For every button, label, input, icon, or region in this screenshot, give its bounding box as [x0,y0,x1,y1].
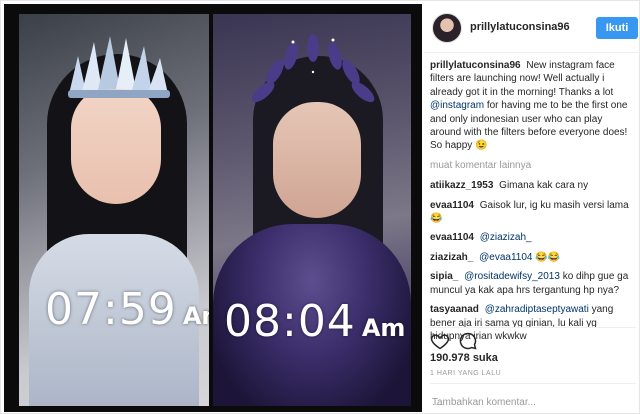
comment: evaa1104 Gaisok lur, ig ku masih versi l… [430,199,636,226]
clock-ampm: Am [182,302,209,330]
comment-text: 😂😂 [535,251,561,263]
comment-icon[interactable] [458,331,478,351]
add-comment-bar: Tambahkan komentar... ... [430,383,636,414]
comment-username[interactable]: atiikazz_1953 [430,180,493,191]
comment-mention[interactable]: @rositadewifsy_2013 [464,271,560,282]
follow-button[interactable]: Ikuti [596,17,638,39]
comment-mention[interactable]: @evaa1104 [479,252,532,263]
post-media[interactable]: 07:59Am [4,4,422,412]
comments-list: prillylatuconsina96 New instagram face f… [430,59,636,349]
caption-username[interactable]: prillylatuconsina96 [430,60,521,71]
header-username[interactable]: prillylatuconsina96 [470,21,570,33]
comment-username[interactable]: ziazizah_ [430,252,473,263]
photo-left: 07:59Am [19,14,209,406]
post-sidebar: prillylatuconsina96 Ikuti prillylatucons… [424,1,640,414]
clock-time: 08:04 [224,296,356,347]
comment: atiikazz_1953 Gimana kak cara ny [430,179,636,192]
likes-count[interactable]: 190.978 suka [430,352,498,364]
comment-username[interactable]: sipia_ [430,271,458,282]
post-header: prillylatuconsina96 Ikuti [424,1,640,53]
face-shape [273,102,361,218]
clock-ampm: Am [361,314,406,342]
caption: prillylatuconsina96 New instagram face f… [430,59,636,153]
clock-overlay-left: 07:59Am [45,284,209,335]
more-options-icon[interactable]: ... [432,397,632,408]
comment: evaa1104 @ziazizah_ [430,231,636,244]
clock-overlay-right: 08:04 Am [224,296,405,347]
comment-username[interactable]: tasyaanad [430,304,479,315]
comment-mention[interactable]: @ziazizah_ [480,232,532,243]
photo-right: 08:04 Am [213,14,411,406]
load-more-comments[interactable]: muat komentar lainnya [430,159,636,172]
laurel-crown-icon [251,34,375,103]
caption-mention[interactable]: @instagram [430,100,484,111]
comment: ziazizah_ @evaa1104 😂😂 [430,251,636,264]
comment-username[interactable]: evaa1104 [430,232,474,243]
heart-icon[interactable] [430,331,450,351]
action-bar [430,327,636,353]
comment-mention[interactable]: @zahradiptaseptyawati [485,304,589,315]
instagram-post: 07:59Am [0,0,640,414]
crystal-crown-icon [68,36,170,98]
post-timestamp: 1 HARI YANG LALU [430,370,502,377]
comment-username[interactable]: evaa1104 [430,200,474,211]
comment-text: Gimana kak cara ny [499,180,589,192]
avatar[interactable] [432,13,462,43]
comment: sipia_ @rositadewifsy_2013 ko dihp gue g… [430,270,636,297]
clock-time: 07:59 [45,284,177,335]
